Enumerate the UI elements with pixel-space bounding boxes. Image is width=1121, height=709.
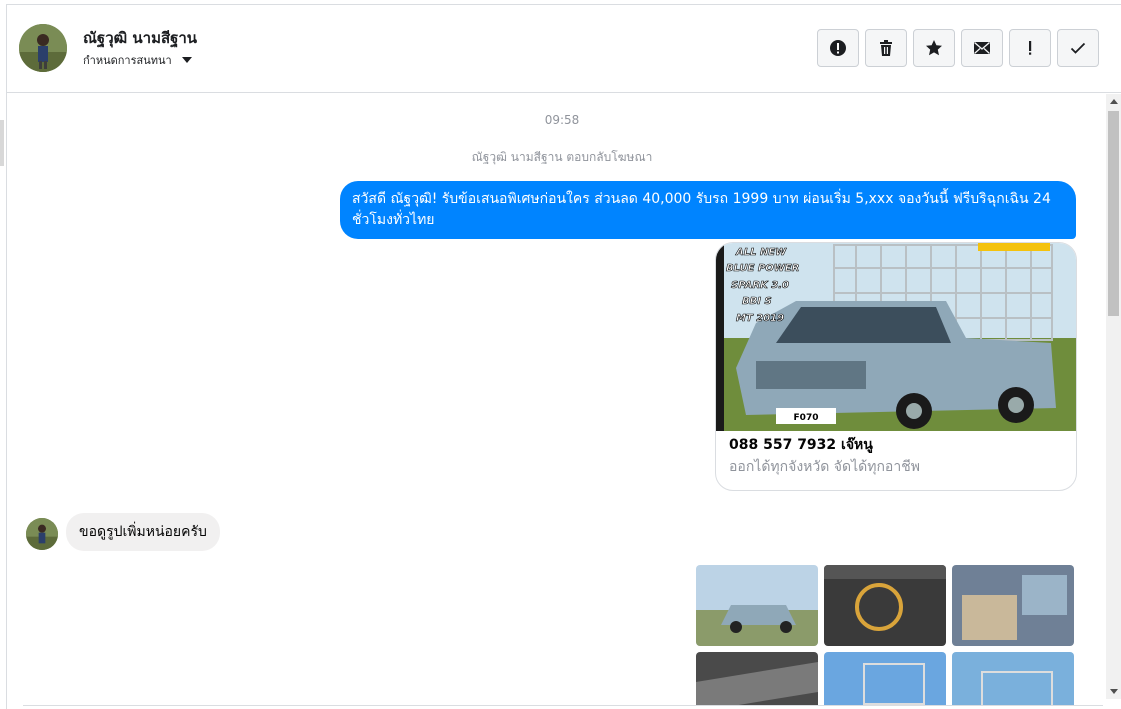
delete-button[interactable] xyxy=(865,29,907,67)
scroll-down-arrow[interactable] xyxy=(1106,684,1121,699)
sender-avatar[interactable] xyxy=(26,518,58,550)
ad-card[interactable]: F070 ALL NEW BLUE POWER SPARK 3.0 BBI S … xyxy=(715,242,1077,491)
ad-text-line-2: BLUE POWER xyxy=(726,263,799,274)
ad-text-line-1: ALL NEW xyxy=(735,247,787,258)
contact-name[interactable]: ณัฐวุฒิ นามสีฐาน xyxy=(83,26,197,50)
envelope-icon xyxy=(974,41,990,54)
photo-grid xyxy=(696,565,1077,706)
license-plate: F070 xyxy=(794,413,819,423)
photo-thumbnail[interactable] xyxy=(824,652,946,706)
caret-down-icon xyxy=(181,57,192,63)
scrollbar[interactable] xyxy=(1106,94,1121,699)
conversation-settings-dropdown[interactable]: กำหนดการสนทนา xyxy=(83,51,192,69)
outgoing-message[interactable]: สวัสดี ณัฐวุฒิ! รับข้อเสนอพิเศษก่อนใคร ส… xyxy=(340,181,1076,239)
mark-done-button[interactable] xyxy=(1057,29,1099,67)
ad-text-line-5: MT 2019 xyxy=(736,313,784,324)
mark-spam-button[interactable] xyxy=(817,29,859,67)
message-thread[interactable]: 09:58 ณัฐวุฒิ นามสีฐาน ตอบกลับโฆษณา สวัส… xyxy=(7,94,1107,706)
trash-icon xyxy=(880,40,892,56)
exclamation-icon xyxy=(1029,41,1032,55)
conversation-settings-label: กำหนดการสนทนา xyxy=(83,54,172,67)
star-button[interactable] xyxy=(913,29,955,67)
ad-reply-note: ณัฐวุฒิ นามสีฐาน ตอบกลับโฆษณา xyxy=(471,150,653,164)
composer-divider xyxy=(23,705,1103,706)
photo-thumbnail[interactable] xyxy=(824,565,946,646)
ad-card-subtitle: ออกได้ทุกจังหวัด จัดได้ทุกอาชีพ xyxy=(729,459,920,475)
photo-thumbnail[interactable] xyxy=(696,652,818,706)
scroll-up-arrow[interactable] xyxy=(1106,94,1121,109)
ad-image: F070 ALL NEW BLUE POWER SPARK 3.0 BBI S … xyxy=(716,243,1076,431)
follow-up-button[interactable] xyxy=(1009,29,1051,67)
ad-card-title: 088 557 7932 เจ๊หนู xyxy=(729,437,873,453)
scrollbar-thumb[interactable] xyxy=(1108,111,1119,316)
photo-thumbnail[interactable] xyxy=(952,652,1074,706)
left-edge-marker xyxy=(0,120,4,166)
alert-icon xyxy=(830,40,846,56)
photo-thumbnail[interactable] xyxy=(952,565,1074,646)
star-icon xyxy=(926,40,942,56)
ad-text-line-3: SPARK 3.0 xyxy=(731,280,789,291)
mark-unread-button[interactable] xyxy=(961,29,1003,67)
message-timestamp: 09:58 xyxy=(544,113,580,127)
incoming-message[interactable]: ขอดูรูปเพิ่มหน่อยครับ xyxy=(66,513,220,551)
ad-text-line-4: BBI S xyxy=(742,296,772,307)
conversation-window: ณัฐวุฒิ นามสีฐาน กำหนดการสนทนา 09:58 ณัฐ… xyxy=(6,4,1121,709)
avatar[interactable] xyxy=(19,24,67,72)
conversation-header: ณัฐวุฒิ นามสีฐาน กำหนดการสนทนา xyxy=(7,5,1121,93)
check-icon xyxy=(1070,42,1086,54)
photo-thumbnail[interactable] xyxy=(696,565,818,646)
toolbar xyxy=(817,29,1099,67)
